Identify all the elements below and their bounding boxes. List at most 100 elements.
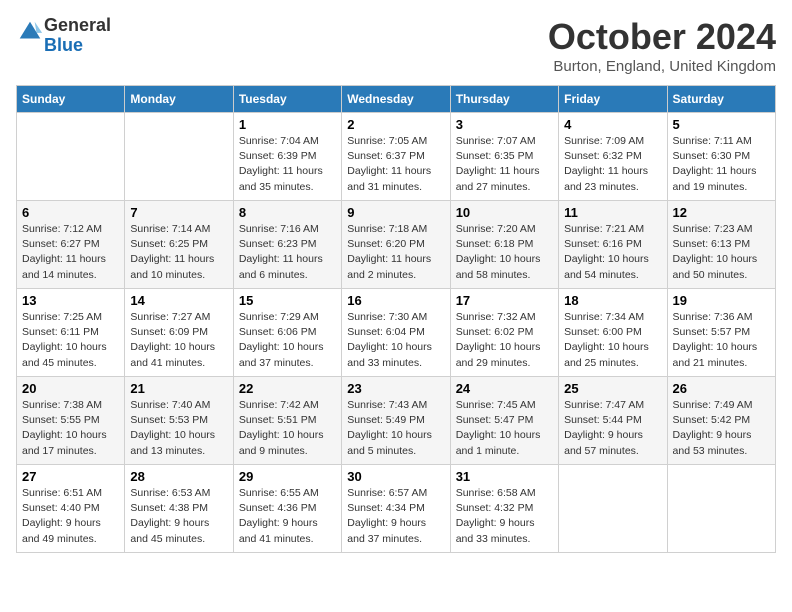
day-number: 20	[22, 381, 119, 396]
day-number: 2	[347, 117, 444, 132]
calendar-cell: 17Sunrise: 7:32 AM Sunset: 6:02 PM Dayli…	[450, 289, 558, 377]
day-info: Sunrise: 7:23 AM Sunset: 6:13 PM Dayligh…	[673, 222, 770, 283]
day-info: Sunrise: 7:34 AM Sunset: 6:00 PM Dayligh…	[564, 310, 661, 371]
day-number: 30	[347, 469, 444, 484]
calendar-cell: 11 Sunrise: 7:21 AM Sunset: 6:16 PM Dayli…	[559, 201, 667, 289]
day-info: Sunrise: 7:42 AM Sunset: 5:51 PM Dayligh…	[239, 398, 336, 459]
day-info: Sunrise: 7:32 AM Sunset: 6:02 PM Dayligh…	[456, 310, 553, 371]
calendar-week-2: 6Sunrise: 7:12 AM Sunset: 6:27 PM Daylig…	[17, 201, 776, 289]
day-info: Sunrise: 6:51 AM Sunset: 4:40 PM Dayligh…	[22, 486, 119, 547]
calendar-cell: 23 Sunrise: 7:43 AM Sunset: 5:49 PM Dayli…	[342, 377, 450, 465]
day-header-tuesday: Tuesday	[233, 86, 341, 113]
page-header: General Blue October 2024 Burton, Englan…	[16, 16, 776, 75]
day-info: Sunrise: 7:25 AM Sunset: 6:11 PM Dayligh…	[22, 310, 119, 371]
day-info: Sunrise: 6:58 AM Sunset: 4:32 PM Dayligh…	[456, 486, 553, 547]
location: Burton, England, United Kingdom	[548, 58, 776, 75]
calendar-cell: 14 Sunrise: 7:27 AM Sunset: 6:09 PM Dayli…	[125, 289, 233, 377]
day-info: Sunrise: 7:47 AM Sunset: 5:44 PM Dayligh…	[564, 398, 661, 459]
calendar-cell: 9 Sunrise: 7:18 AM Sunset: 6:20 PM Daylig…	[342, 201, 450, 289]
day-info: Sunrise: 7:21 AM Sunset: 6:16 PM Dayligh…	[564, 222, 661, 283]
day-number: 14	[130, 293, 227, 308]
calendar-cell: 29 Sunrise: 6:55 AM Sunset: 4:36 PM Dayli…	[233, 465, 341, 553]
calendar-cell	[559, 465, 667, 553]
calendar-cell: 7Sunrise: 7:14 AM Sunset: 6:25 PM Daylig…	[125, 201, 233, 289]
calendar-cell: 24 Sunrise: 7:45 AM Sunset: 5:47 PM Dayli…	[450, 377, 558, 465]
title-block: October 2024 Burton, England, United Kin…	[548, 16, 776, 75]
day-number: 23	[347, 381, 444, 396]
day-info: Sunrise: 7:30 AM Sunset: 6:04 PM Dayligh…	[347, 310, 444, 371]
calendar-week-1: 1 Sunrise: 7:04 AM Sunset: 6:39 PM Daylig…	[17, 113, 776, 201]
day-info: Sunrise: 7:36 AM Sunset: 5:57 PM Dayligh…	[673, 310, 770, 371]
day-info: Sunrise: 7:11 AM Sunset: 6:30 PM Dayligh…	[673, 134, 770, 195]
month-title: October 2024	[548, 16, 776, 58]
calendar-cell: 19Sunrise: 7:36 AM Sunset: 5:57 PM Dayli…	[667, 289, 775, 377]
day-number: 26	[673, 381, 770, 396]
day-info: Sunrise: 7:16 AM Sunset: 6:23 PM Dayligh…	[239, 222, 336, 283]
calendar-week-4: 20 Sunrise: 7:38 AM Sunset: 5:55 PM Dayli…	[17, 377, 776, 465]
day-number: 8	[239, 205, 336, 220]
day-info: Sunrise: 7:45 AM Sunset: 5:47 PM Dayligh…	[456, 398, 553, 459]
day-header-monday: Monday	[125, 86, 233, 113]
calendar-cell: 6Sunrise: 7:12 AM Sunset: 6:27 PM Daylig…	[17, 201, 125, 289]
calendar-cell: 8 Sunrise: 7:16 AM Sunset: 6:23 PM Daylig…	[233, 201, 341, 289]
calendar-cell: 3Sunrise: 7:07 AM Sunset: 6:35 PM Daylig…	[450, 113, 558, 201]
day-info: Sunrise: 7:20 AM Sunset: 6:18 PM Dayligh…	[456, 222, 553, 283]
day-header-sunday: Sunday	[17, 86, 125, 113]
day-header-thursday: Thursday	[450, 86, 558, 113]
day-header-saturday: Saturday	[667, 86, 775, 113]
day-number: 25	[564, 381, 661, 396]
calendar-cell: 12 Sunrise: 7:23 AM Sunset: 6:13 PM Dayli…	[667, 201, 775, 289]
day-number: 27	[22, 469, 119, 484]
day-info: Sunrise: 6:57 AM Sunset: 4:34 PM Dayligh…	[347, 486, 444, 547]
day-number: 16	[347, 293, 444, 308]
day-info: Sunrise: 7:05 AM Sunset: 6:37 PM Dayligh…	[347, 134, 444, 195]
day-header-wednesday: Wednesday	[342, 86, 450, 113]
day-number: 6	[22, 205, 119, 220]
day-number: 9	[347, 205, 444, 220]
day-info: Sunrise: 7:14 AM Sunset: 6:25 PM Dayligh…	[130, 222, 227, 283]
day-info: Sunrise: 7:04 AM Sunset: 6:39 PM Dayligh…	[239, 134, 336, 195]
day-number: 11	[564, 205, 661, 220]
logo: General Blue	[16, 16, 111, 56]
day-info: Sunrise: 7:09 AM Sunset: 6:32 PM Dayligh…	[564, 134, 661, 195]
day-info: Sunrise: 7:18 AM Sunset: 6:20 PM Dayligh…	[347, 222, 444, 283]
calendar-cell: 31 Sunrise: 6:58 AM Sunset: 4:32 PM Dayli…	[450, 465, 558, 553]
calendar-cell: 16 Sunrise: 7:30 AM Sunset: 6:04 PM Dayli…	[342, 289, 450, 377]
logo-text-line2: Blue	[44, 36, 111, 56]
day-info: Sunrise: 7:38 AM Sunset: 5:55 PM Dayligh…	[22, 398, 119, 459]
day-number: 15	[239, 293, 336, 308]
calendar-cell: 15 Sunrise: 7:29 AM Sunset: 6:06 PM Dayli…	[233, 289, 341, 377]
calendar-cell: 4 Sunrise: 7:09 AM Sunset: 6:32 PM Daylig…	[559, 113, 667, 201]
calendar-cell	[125, 113, 233, 201]
calendar-cell: 22Sunrise: 7:42 AM Sunset: 5:51 PM Dayli…	[233, 377, 341, 465]
calendar-cell: 25 Sunrise: 7:47 AM Sunset: 5:44 PM Dayli…	[559, 377, 667, 465]
day-number: 31	[456, 469, 553, 484]
day-info: Sunrise: 7:29 AM Sunset: 6:06 PM Dayligh…	[239, 310, 336, 371]
calendar-cell: 13 Sunrise: 7:25 AM Sunset: 6:11 PM Dayli…	[17, 289, 125, 377]
day-number: 4	[564, 117, 661, 132]
calendar-cell: 26Sunrise: 7:49 AM Sunset: 5:42 PM Dayli…	[667, 377, 775, 465]
day-info: Sunrise: 7:07 AM Sunset: 6:35 PM Dayligh…	[456, 134, 553, 195]
day-number: 10	[456, 205, 553, 220]
day-number: 29	[239, 469, 336, 484]
day-number: 21	[130, 381, 227, 396]
calendar-cell: 2 Sunrise: 7:05 AM Sunset: 6:37 PM Daylig…	[342, 113, 450, 201]
calendar-week-5: 27 Sunrise: 6:51 AM Sunset: 4:40 PM Dayli…	[17, 465, 776, 553]
calendar-cell	[17, 113, 125, 201]
day-info: Sunrise: 7:27 AM Sunset: 6:09 PM Dayligh…	[130, 310, 227, 371]
calendar-table: SundayMondayTuesdayWednesdayThursdayFrid…	[16, 85, 776, 553]
calendar-cell: 20 Sunrise: 7:38 AM Sunset: 5:55 PM Dayli…	[17, 377, 125, 465]
day-info: Sunrise: 6:55 AM Sunset: 4:36 PM Dayligh…	[239, 486, 336, 547]
day-info: Sunrise: 7:43 AM Sunset: 5:49 PM Dayligh…	[347, 398, 444, 459]
logo-icon	[16, 18, 44, 46]
day-number: 28	[130, 469, 227, 484]
day-number: 13	[22, 293, 119, 308]
calendar-header-row: SundayMondayTuesdayWednesdayThursdayFrid…	[17, 86, 776, 113]
day-info: Sunrise: 7:40 AM Sunset: 5:53 PM Dayligh…	[130, 398, 227, 459]
day-number: 12	[673, 205, 770, 220]
calendar-cell: 5Sunrise: 7:11 AM Sunset: 6:30 PM Daylig…	[667, 113, 775, 201]
calendar-body: 1 Sunrise: 7:04 AM Sunset: 6:39 PM Daylig…	[17, 113, 776, 553]
calendar-cell: 1 Sunrise: 7:04 AM Sunset: 6:39 PM Daylig…	[233, 113, 341, 201]
day-number: 24	[456, 381, 553, 396]
day-number: 1	[239, 117, 336, 132]
